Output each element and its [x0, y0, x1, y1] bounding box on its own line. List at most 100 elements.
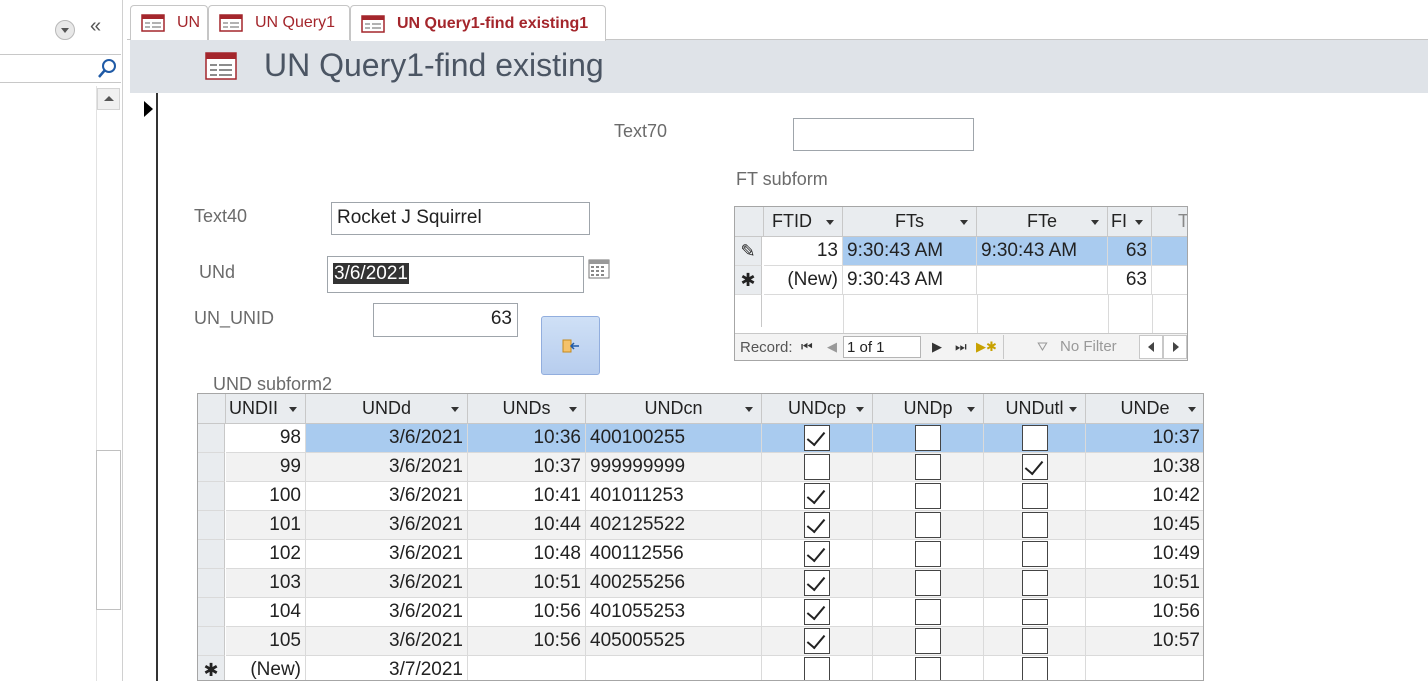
search-icon[interactable] — [96, 57, 120, 81]
undutl-checkbox[interactable] — [1022, 657, 1048, 680]
filter-icon[interactable]: ⛛ — [1037, 339, 1048, 355]
find-record-button[interactable] — [541, 316, 600, 375]
select-all-corner[interactable] — [735, 207, 764, 237]
tab-un-query1[interactable]: UN Query1 — [208, 5, 350, 40]
und-subform[interactable]: UNDII UNDd UNDs UNDcn UNDcp UNDp UNDutl … — [197, 393, 1204, 681]
no-filter-button[interactable]: No Filter — [1060, 338, 1117, 355]
row-selector-new[interactable]: ✱ — [735, 266, 762, 295]
table-cell[interactable]: 63 — [1108, 237, 1152, 266]
table-cell[interactable]: 3/6/2021 — [306, 627, 468, 656]
undp-checkbox[interactable] — [915, 628, 941, 654]
chevron-down-icon[interactable] — [967, 407, 975, 412]
column-header-fte[interactable]: FTe — [977, 207, 1108, 237]
nav-dropdown-icon[interactable] — [55, 20, 75, 40]
undutl-checkbox[interactable] — [1022, 483, 1048, 509]
chevron-down-icon[interactable] — [960, 220, 968, 225]
undutl-checkbox[interactable] — [1022, 512, 1048, 538]
table-cell[interactable]: 10:44 — [468, 511, 586, 540]
row-selector-new[interactable]: ✱ — [198, 656, 225, 680]
table-cell[interactable]: 100 — [226, 482, 306, 511]
column-header-unds[interactable]: UNDs — [468, 394, 586, 424]
column-header-undii[interactable]: UNDII — [226, 394, 306, 424]
table-cell[interactable]: 10:37 — [468, 453, 586, 482]
undcp-checkbox[interactable] — [804, 628, 830, 654]
table-cell[interactable]: 3/6/2021 — [306, 453, 468, 482]
undutl-checkbox[interactable] — [1022, 454, 1048, 480]
undp-checkbox[interactable] — [915, 541, 941, 567]
table-cell[interactable] — [586, 656, 762, 680]
table-cell[interactable]: 9:30:43 AM — [843, 237, 977, 266]
table-cell[interactable]: 3/6/2021 — [306, 598, 468, 627]
table-cell[interactable]: 9:30:43 AM — [843, 266, 977, 295]
column-header-unde[interactable]: UNDe — [1086, 394, 1203, 424]
undp-checkbox[interactable] — [915, 425, 941, 451]
undp-checkbox[interactable] — [915, 512, 941, 538]
table-cell[interactable]: 104 — [226, 598, 306, 627]
chevron-down-icon[interactable] — [569, 407, 577, 412]
table-cell[interactable] — [1086, 656, 1203, 680]
undcp-checkbox[interactable] — [804, 599, 830, 625]
column-header-undcp[interactable]: UNDcp — [762, 394, 873, 424]
scroll-thumb[interactable] — [96, 450, 121, 610]
undutl-checkbox[interactable] — [1022, 628, 1048, 654]
undutl-checkbox[interactable] — [1022, 541, 1048, 567]
table-cell[interactable]: 3/7/2021 — [306, 656, 468, 680]
table-cell[interactable]: 3/6/2021 — [306, 424, 468, 453]
undp-checkbox[interactable] — [915, 454, 941, 480]
table-cell[interactable]: 401011253 — [586, 482, 762, 511]
table-cell[interactable]: 10:49 — [1086, 540, 1203, 569]
chevron-down-icon[interactable] — [1091, 220, 1099, 225]
table-cell[interactable]: 999999999 — [586, 453, 762, 482]
previous-record-icon[interactable]: ◀ — [827, 339, 837, 355]
chevron-down-icon[interactable] — [1188, 407, 1196, 412]
table-cell[interactable]: 3/6/2021 — [306, 540, 468, 569]
table-cell[interactable]: 10:38 — [1086, 453, 1203, 482]
table-cell[interactable]: 10:42 — [1086, 482, 1203, 511]
table-cell[interactable]: 10:51 — [468, 569, 586, 598]
row-selector[interactable] — [198, 627, 225, 656]
un-unid-field[interactable]: 63 — [373, 303, 518, 337]
row-selector[interactable] — [198, 598, 225, 627]
calendar-icon[interactable] — [588, 258, 610, 280]
table-cell[interactable]: 10:36 — [468, 424, 586, 453]
table-cell[interactable]: 105 — [226, 627, 306, 656]
text70-field[interactable] — [793, 118, 974, 151]
column-header-undd[interactable]: UNDd — [306, 394, 468, 424]
collapse-pane-icon[interactable]: « — [90, 15, 101, 38]
text40-field[interactable]: Rocket J Squirrel — [331, 202, 590, 235]
scroll-right-icon[interactable] — [1163, 335, 1187, 359]
tab-un[interactable]: UN — [130, 5, 208, 40]
table-cell[interactable]: 102 — [226, 540, 306, 569]
first-record-icon[interactable]: ⏮ — [801, 339, 813, 355]
table-cell[interactable]: 400112556 — [586, 540, 762, 569]
undcp-checkbox[interactable] — [804, 541, 830, 567]
table-cell[interactable]: (New) — [764, 266, 843, 295]
undcp-checkbox[interactable] — [804, 657, 830, 680]
table-cell[interactable]: 63 — [1108, 266, 1152, 295]
table-cell[interactable]: 9:30:43 AM — [977, 237, 1108, 266]
table-cell[interactable]: 10:45 — [1086, 511, 1203, 540]
table-cell[interactable]: 405005525 — [586, 627, 762, 656]
undp-checkbox[interactable] — [915, 570, 941, 596]
undcp-checkbox[interactable] — [804, 454, 830, 480]
chevron-down-icon[interactable] — [289, 407, 297, 412]
row-selector-editing[interactable]: ✎ — [735, 237, 762, 266]
chevron-down-icon[interactable] — [1069, 407, 1077, 412]
select-all-corner[interactable] — [198, 394, 226, 424]
column-header-undp[interactable]: UNDp — [873, 394, 984, 424]
table-cell[interactable]: 402125522 — [586, 511, 762, 540]
table-cell[interactable]: 400100255 — [586, 424, 762, 453]
table-cell[interactable]: 13 — [764, 237, 843, 266]
row-selector[interactable] — [198, 482, 225, 511]
row-selector[interactable] — [198, 540, 225, 569]
chevron-down-icon[interactable] — [745, 407, 753, 412]
undutl-checkbox[interactable] — [1022, 570, 1048, 596]
chevron-down-icon[interactable] — [1135, 220, 1143, 225]
undp-checkbox[interactable] — [915, 599, 941, 625]
table-cell[interactable]: 400255256 — [586, 569, 762, 598]
table-cell[interactable]: 10:57 — [1086, 627, 1203, 656]
table-cell[interactable] — [1152, 266, 1187, 295]
table-cell[interactable]: 98 — [226, 424, 306, 453]
table-cell[interactable]: 10:48 — [468, 540, 586, 569]
table-cell[interactable]: 103 — [226, 569, 306, 598]
